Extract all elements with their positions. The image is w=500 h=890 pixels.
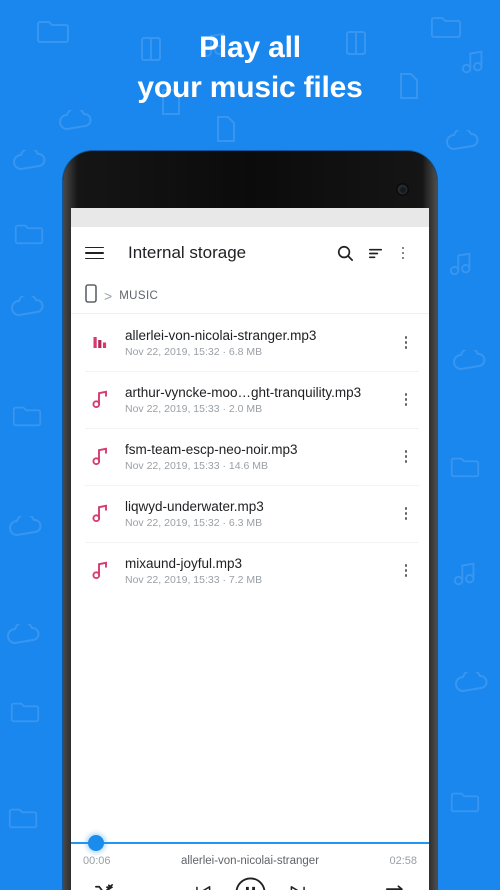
headline-line-1: Play all (199, 31, 301, 64)
player-bar: 00:06 allerlei-von-nicolai-stranger 02:5… (71, 833, 429, 890)
file-info: allerlei-von-nicolai-stranger.mp3 Nov 22… (115, 328, 393, 358)
cloud-watermark-icon (8, 516, 42, 538)
file-meta: Nov 22, 2019, 15:33 · 14.6 MB (125, 459, 269, 472)
folder-watermark-icon (12, 404, 42, 428)
file-name: liqwyd-underwater.mp3 (125, 498, 264, 514)
equalizer-playing-icon (85, 334, 115, 351)
cloud-watermark-icon (454, 672, 488, 694)
file-meta: Nov 22, 2019, 15:33 · 2.0 MB (125, 402, 263, 415)
file-info: arthur-vyncke-moo…ght-tranquility.mp3 No… (115, 385, 393, 415)
cloud-watermark-icon (58, 110, 92, 132)
skip-previous-icon[interactable] (193, 882, 214, 890)
page-title: Internal storage (128, 243, 247, 262)
music-note-watermark-icon (448, 250, 476, 278)
breadcrumb[interactable]: > MUSIC (71, 279, 429, 313)
headline-line-2: your music files (137, 70, 363, 104)
folder-watermark-icon (450, 455, 480, 479)
breadcrumb-path-music[interactable]: MUSIC (119, 290, 158, 302)
folder-watermark-icon (14, 222, 44, 246)
elapsed-time: 00:06 (83, 855, 111, 867)
cloud-watermark-icon (6, 624, 40, 646)
more-vertical-icon[interactable] (390, 236, 416, 270)
playback-controls (71, 867, 429, 890)
phone-storage-icon[interactable] (85, 284, 97, 308)
file-name: arthur-vyncke-moo…ght-tranquility.mp3 (125, 384, 362, 400)
status-bar (71, 208, 429, 227)
file-list: allerlei-von-nicolai-stranger.mp3 Nov 22… (71, 314, 429, 833)
breadcrumb-separator: > (104, 288, 113, 304)
shuffle-off-icon[interactable] (93, 881, 116, 890)
more-vertical-icon[interactable] (393, 497, 419, 531)
music-note-icon (85, 561, 115, 580)
now-playing-title: allerlei-von-nicolai-stranger (180, 855, 320, 867)
file-name: mixaund-joyful.mp3 (125, 555, 243, 571)
folder-watermark-icon (8, 806, 38, 830)
more-vertical-icon[interactable] (393, 554, 419, 588)
page-watermark-icon (215, 115, 237, 143)
transport-controls (193, 876, 308, 890)
folder-watermark-icon (10, 700, 40, 724)
table-row[interactable]: allerlei-von-nicolai-stranger.mp3 Nov 22… (71, 314, 429, 371)
cloud-watermark-icon (452, 350, 486, 372)
table-row[interactable]: liqwyd-underwater.mp3 Nov 22, 2019, 15:3… (71, 485, 429, 542)
app-viewport: Internal storage > MUSIC allerlei-von-ni… (71, 208, 429, 890)
music-note-watermark-icon (452, 560, 480, 588)
promo-headline: Play all your music files (0, 28, 500, 108)
more-vertical-icon[interactable] (393, 383, 419, 417)
cloud-watermark-icon (12, 150, 46, 172)
file-meta: Nov 22, 2019, 15:33 · 7.2 MB (125, 573, 263, 586)
more-vertical-icon[interactable] (393, 440, 419, 474)
seek-track (71, 842, 429, 844)
file-info: fsm-team-escp-neo-noir.mp3 Nov 22, 2019,… (115, 442, 393, 472)
phone-mockup: Internal storage > MUSIC allerlei-von-ni… (63, 151, 437, 890)
app-bar: Internal storage (71, 227, 429, 279)
sort-icon[interactable] (360, 238, 390, 268)
seek-thumb[interactable] (88, 835, 105, 851)
music-note-icon (85, 390, 115, 409)
more-vertical-icon[interactable] (393, 326, 419, 360)
file-name: allerlei-von-nicolai-stranger.mp3 (125, 327, 317, 343)
table-row[interactable]: fsm-team-escp-neo-noir.mp3 Nov 22, 2019,… (71, 428, 429, 485)
file-info: liqwyd-underwater.mp3 Nov 22, 2019, 15:3… (115, 499, 393, 529)
seek-slider[interactable] (71, 833, 429, 853)
music-note-icon (85, 447, 115, 466)
front-camera-icon (396, 183, 409, 196)
table-row[interactable]: arthur-vyncke-moo…ght-tranquility.mp3 No… (71, 371, 429, 428)
repeat-sequential-icon[interactable] (384, 881, 407, 890)
table-row[interactable]: mixaund-joyful.mp3 Nov 22, 2019, 15:33 ·… (71, 542, 429, 599)
time-row: 00:06 allerlei-von-nicolai-stranger 02:5… (71, 853, 429, 867)
file-meta: Nov 22, 2019, 15:32 · 6.8 MB (125, 345, 263, 358)
duration-time: 02:58 (389, 855, 417, 867)
search-icon[interactable] (330, 238, 360, 268)
cloud-watermark-icon (445, 130, 479, 152)
file-info: mixaund-joyful.mp3 Nov 22, 2019, 15:33 ·… (115, 556, 393, 586)
promo-screenshot: Play all your music files Internal stora… (0, 0, 500, 890)
hamburger-menu-icon[interactable] (85, 246, 104, 260)
file-name: fsm-team-escp-neo-noir.mp3 (125, 441, 298, 457)
file-meta: Nov 22, 2019, 15:32 · 6.3 MB (125, 516, 263, 529)
folder-watermark-icon (450, 790, 480, 814)
pause-circle-icon[interactable] (234, 876, 267, 890)
music-note-icon (85, 504, 115, 523)
cloud-watermark-icon (10, 296, 44, 318)
skip-next-icon[interactable] (287, 882, 308, 890)
